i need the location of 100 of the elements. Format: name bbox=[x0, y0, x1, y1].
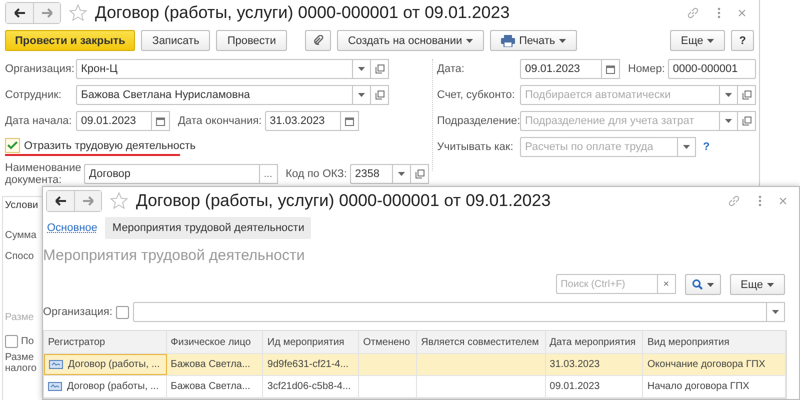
open-button[interactable] bbox=[738, 85, 756, 105]
calendar-button[interactable] bbox=[152, 111, 170, 131]
toolbar-button[interactable]: Записать bbox=[141, 30, 210, 51]
dropdown-button[interactable] bbox=[767, 302, 785, 322]
tab[interactable]: Мероприятия трудовой деятельности bbox=[105, 217, 312, 240]
checkbox[interactable] bbox=[116, 306, 130, 318]
date-field[interactable]: 09.01.2023 bbox=[76, 111, 152, 131]
print-button[interactable]: Печать bbox=[490, 30, 578, 51]
left-arrow-icon bbox=[14, 8, 26, 18]
close-icon[interactable] bbox=[779, 197, 787, 206]
dropdown-button[interactable] bbox=[720, 111, 738, 131]
printer-icon bbox=[501, 34, 516, 46]
open-button[interactable] bbox=[738, 111, 756, 131]
field-label: Разме bbox=[4, 312, 34, 323]
open-button[interactable] bbox=[411, 164, 429, 184]
employee-field[interactable]: Бажова Светлана Нурисламовна bbox=[76, 85, 353, 105]
table-cell: 9d9fe631-cf21-4... bbox=[267, 359, 349, 370]
column-header[interactable]: Ид мероприятия bbox=[263, 331, 360, 353]
field-label: Наименование документа: bbox=[5, 162, 81, 186]
clear-button[interactable]: × bbox=[658, 274, 676, 294]
close-icon[interactable] bbox=[738, 9, 746, 17]
document-name-field[interactable]: Договор bbox=[84, 164, 260, 184]
column-header[interactable]: Физическое лицо bbox=[166, 331, 264, 353]
date-field[interactable]: 31.03.2023 bbox=[264, 111, 341, 131]
window-title: Договор (работы, услуги) 0000-000001 от 09.01.2023 bbox=[136, 191, 552, 212]
calendar-icon bbox=[606, 64, 615, 74]
column-header[interactable]: Регистратор bbox=[44, 331, 167, 353]
more-icon[interactable] bbox=[717, 7, 721, 19]
link-icon[interactable] bbox=[686, 6, 700, 20]
field-label: Сумма bbox=[4, 230, 36, 241]
checkbox-label: По bbox=[21, 336, 34, 347]
table-row[interactable]: Договор (работы, ... Бажова Светла... 9d9fe631-cf21-4... 31.03.2023 Окончание договора ГПХ bbox=[44, 354, 786, 376]
post-and-close-button[interactable]: Провести и закрыть bbox=[5, 30, 136, 51]
caret-icon bbox=[358, 93, 365, 97]
help-button[interactable]: ? bbox=[731, 30, 754, 51]
account-field[interactable]: Подбирается автоматически bbox=[520, 85, 720, 105]
dropdown-button[interactable] bbox=[393, 164, 411, 184]
calendar-button[interactable] bbox=[340, 111, 359, 131]
checkbox[interactable] bbox=[5, 138, 20, 153]
link-icon[interactable] bbox=[727, 194, 741, 208]
field-label: налого bbox=[4, 363, 37, 374]
column-header[interactable]: Является совместителем bbox=[417, 331, 546, 353]
window-title: Договор (работы, услуги) 0000-000001 от 09.01.2023 bbox=[95, 3, 511, 23]
search-button[interactable] bbox=[684, 274, 721, 295]
back-button[interactable] bbox=[47, 191, 74, 212]
account-as-field[interactable]: Расчеты по оплате труда bbox=[520, 137, 678, 157]
calendar-icon bbox=[344, 116, 354, 126]
help-link[interactable]: ? bbox=[703, 141, 710, 153]
caret-icon bbox=[398, 172, 405, 176]
column-header[interactable]: Дата мероприятия bbox=[546, 331, 644, 353]
caret-icon bbox=[466, 38, 474, 42]
star-icon[interactable] bbox=[69, 4, 87, 22]
open-icon bbox=[742, 116, 752, 126]
more-icon[interactable] bbox=[758, 195, 762, 208]
table-row[interactable]: Договор (работы, ... Бажова Светла... 3cf21d06-c5b8-4... 09.01.2023 Начало договора ГПХ bbox=[44, 376, 786, 398]
organization-filter-field[interactable] bbox=[133, 302, 767, 322]
field-label: Номер: bbox=[628, 63, 665, 75]
checkbox[interactable] bbox=[5, 335, 18, 348]
left-arrow-icon bbox=[54, 196, 66, 206]
dropdown-button[interactable] bbox=[720, 85, 738, 105]
dropdown-button[interactable] bbox=[353, 85, 371, 105]
caret-icon bbox=[707, 38, 714, 42]
more-button[interactable]: Еще bbox=[670, 30, 726, 51]
caret-icon bbox=[706, 282, 714, 286]
column-header[interactable]: Отменено bbox=[359, 331, 418, 353]
attach-button[interactable] bbox=[304, 30, 331, 51]
field-label: Дата окончания: bbox=[178, 115, 262, 127]
back-button[interactable] bbox=[6, 3, 33, 23]
dropdown-button[interactable] bbox=[678, 137, 696, 157]
choose-button[interactable]: ... bbox=[260, 164, 278, 184]
more-button[interactable]: Еще bbox=[730, 274, 785, 295]
search-field[interactable]: Поиск (Ctrl+F) bbox=[556, 274, 658, 294]
dropdown-button[interactable] bbox=[353, 59, 371, 79]
open-icon bbox=[374, 90, 384, 100]
paperclip-icon bbox=[312, 34, 324, 46]
department-field[interactable]: Подразделение для учета затрат bbox=[520, 111, 720, 131]
open-button[interactable] bbox=[371, 85, 389, 105]
checkbox-label: Отразить трудовую деятельность bbox=[24, 140, 196, 152]
column-header[interactable]: Вид мероприятия bbox=[643, 331, 786, 353]
right-arrow-icon bbox=[82, 196, 94, 206]
caret-icon bbox=[683, 145, 690, 149]
search-icon bbox=[692, 279, 703, 290]
open-button[interactable] bbox=[371, 59, 389, 79]
star-icon[interactable] bbox=[110, 192, 128, 210]
table-cell: 09.01.2023 bbox=[550, 381, 600, 392]
table-cell: Бажова Светла... bbox=[170, 381, 250, 392]
field-label: Код по ОКЗ: bbox=[286, 168, 347, 180]
field-label: Разме bbox=[4, 352, 34, 363]
group-tab[interactable]: Услови bbox=[3, 197, 40, 214]
number-field[interactable]: 0000-000001 bbox=[668, 59, 756, 79]
create-based-on-button[interactable]: Создать на основании bbox=[336, 30, 484, 51]
date-field[interactable]: 09.01.2023 bbox=[520, 59, 602, 79]
document-icon bbox=[48, 382, 62, 391]
calendar-button[interactable] bbox=[602, 59, 620, 79]
checkmark-icon bbox=[7, 141, 18, 150]
field-label: Подразделение: bbox=[437, 115, 517, 127]
toolbar-button[interactable]: Провести bbox=[216, 30, 287, 51]
okz-code-field[interactable]: 2358 bbox=[350, 164, 393, 184]
organization-field[interactable]: Крон-Ц bbox=[76, 59, 353, 79]
tab[interactable]: Основное bbox=[47, 217, 98, 240]
